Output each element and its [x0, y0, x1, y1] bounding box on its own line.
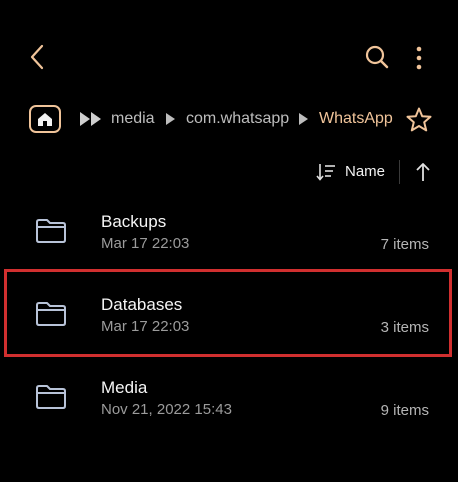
star-outline-icon: [406, 107, 432, 132]
back-button[interactable]: [24, 40, 52, 74]
sort-divider: [399, 160, 400, 184]
folder-date: Mar 17 22:03: [101, 235, 190, 252]
home-icon: [29, 105, 61, 133]
highlight-box: [4, 269, 452, 357]
breadcrumb-item-media[interactable]: media: [111, 108, 155, 130]
chevron-left-icon: [30, 44, 44, 70]
breadcrumb-separator-icon: [299, 113, 308, 125]
search-button[interactable]: [362, 42, 392, 72]
folder-icon: [36, 219, 66, 243]
folder-date: Nov 21, 2022 15:43: [101, 401, 232, 418]
more-vertical-icon: [416, 46, 422, 70]
more-options-button[interactable]: [406, 42, 432, 74]
list-item-media[interactable]: Media Nov 21, 2022 15:43 9 items: [0, 361, 458, 443]
sort-lines-icon: [316, 164, 335, 181]
breadcrumb-separator-icon: [166, 113, 175, 125]
folder-icon: [36, 385, 66, 409]
sort-direction-button[interactable]: [412, 160, 434, 184]
search-icon: [365, 45, 389, 69]
sort-icon[interactable]: [316, 162, 336, 182]
arrow-up-icon: [416, 163, 430, 181]
favorite-button[interactable]: [405, 106, 433, 134]
sort-by-label[interactable]: Name: [345, 162, 385, 182]
breadcrumb-item-whatsapp[interactable]: WhatsApp: [319, 108, 393, 130]
list-item-backups[interactable]: Backups Mar 17 22:03 7 items: [0, 195, 458, 277]
folder-name: Media: [101, 378, 148, 397]
folder-item-count: 9 items: [380, 402, 429, 419]
folder-item-count: 7 items: [380, 236, 429, 253]
home-button[interactable]: [28, 104, 62, 134]
breadcrumb-item-com-whatsapp[interactable]: com.whatsapp: [186, 108, 289, 130]
breadcrumb-expand-button[interactable]: [78, 110, 104, 128]
double-arrow-icon: [80, 112, 101, 126]
folder-name: Backups: [101, 212, 167, 231]
